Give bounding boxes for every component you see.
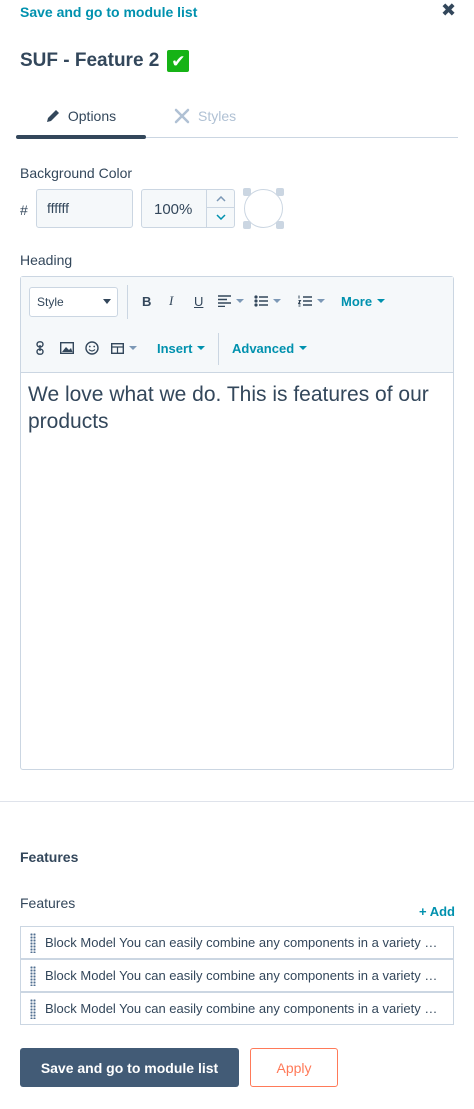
list-item[interactable]: Block Model You can easily combine any c… — [20, 926, 454, 959]
numbered-list-icon — [298, 295, 312, 307]
table-icon — [111, 342, 124, 354]
opacity-increment-button[interactable] — [207, 190, 235, 208]
numbered-list-button[interactable] — [298, 291, 325, 311]
swatch-handle — [243, 221, 251, 229]
opacity-value: 100% — [154, 201, 193, 218]
active-tab-indicator — [16, 135, 146, 139]
pencil-icon — [46, 110, 59, 122]
list-item-label: Block Model You can easily combine any c… — [45, 1001, 441, 1016]
more-label: More — [341, 293, 373, 309]
emoji-button[interactable] — [85, 338, 99, 358]
module-title-row: SUF - Feature 2 ✔ — [20, 50, 190, 72]
image-icon — [60, 342, 74, 354]
save-and-go-link[interactable]: Save and go to module list — [20, 4, 197, 20]
list-item-label: Block Model You can easily combine any c… — [45, 968, 441, 983]
chevron-down-icon — [216, 214, 226, 220]
hex-color-input[interactable]: ffffff — [36, 189, 133, 228]
swatch-handle — [243, 188, 251, 196]
page-title: SUF - Feature 2 — [20, 50, 160, 71]
swatch-handle — [276, 188, 284, 196]
swatch-handle — [276, 221, 284, 229]
opacity-stepper — [206, 190, 235, 227]
drag-handle-icon[interactable] — [21, 960, 45, 991]
underline-button[interactable]: U — [194, 291, 203, 311]
hash-prefix: # — [20, 202, 28, 218]
list-item[interactable]: Block Model You can easily combine any c… — [20, 992, 454, 1025]
close-icon[interactable]: ✖ — [441, 0, 456, 21]
rich-text-editor: Style B I U More Insert Advanced We love… — [20, 276, 454, 770]
check-mark-icon: ✔ — [167, 50, 190, 72]
styles-icon — [174, 108, 190, 124]
chevron-down-icon — [236, 299, 244, 303]
link-icon — [36, 341, 44, 355]
italic-button[interactable]: I — [169, 291, 173, 311]
tab-styles-label: Styles — [198, 108, 237, 124]
image-button[interactable] — [60, 338, 74, 358]
drag-handle-icon[interactable] — [21, 927, 45, 958]
bullet-list-button[interactable] — [254, 291, 281, 311]
save-and-go-button[interactable]: Save and go to module list — [20, 1048, 239, 1087]
features-list-label: Features — [20, 895, 76, 911]
section-divider — [0, 801, 474, 802]
advanced-menu-button[interactable]: Advanced — [232, 338, 308, 358]
chevron-down-icon — [299, 346, 308, 350]
toolbar-divider — [218, 333, 219, 365]
emoji-icon — [85, 341, 99, 355]
style-select[interactable]: Style — [29, 287, 118, 317]
opacity-input[interactable]: 100% — [141, 189, 235, 228]
tab-styles[interactable]: Styles — [174, 96, 236, 136]
chevron-up-icon — [216, 195, 226, 202]
background-color-label: Background Color — [20, 165, 133, 181]
chevron-down-icon — [197, 346, 206, 350]
heading-content[interactable]: We love what we do. This is features of … — [28, 381, 443, 435]
align-left-icon — [218, 295, 231, 307]
toolbar-divider — [127, 285, 128, 319]
insert-label: Insert — [157, 340, 193, 356]
tab-options-label: Options — [67, 108, 117, 124]
bold-button[interactable]: B — [142, 291, 151, 311]
tab-bar: Options Styles — [16, 96, 458, 139]
heading-label: Heading — [20, 252, 73, 268]
drag-handle-icon[interactable] — [21, 993, 45, 1024]
chevron-down-icon — [273, 299, 281, 303]
chevron-down-icon — [103, 299, 111, 304]
link-button[interactable] — [36, 338, 44, 358]
advanced-label: Advanced — [232, 340, 295, 356]
features-section-title: Features — [20, 849, 79, 865]
tab-options[interactable]: Options — [16, 96, 146, 136]
editor-toolbar: Style B I U More Insert Advanced — [21, 277, 453, 373]
opacity-decrement-button[interactable] — [207, 208, 235, 226]
list-item[interactable]: Block Model You can easily combine any c… — [20, 959, 454, 992]
apply-button[interactable]: Apply — [250, 1048, 338, 1087]
list-item-label: Block Model You can easily combine any c… — [45, 935, 441, 950]
add-feature-button[interactable]: + Add — [419, 904, 455, 919]
more-menu-button[interactable]: More — [341, 291, 386, 311]
table-button[interactable] — [111, 338, 137, 358]
chevron-down-icon — [129, 346, 137, 350]
insert-menu-button[interactable]: Insert — [157, 338, 206, 358]
chevron-down-icon — [317, 299, 325, 303]
bullet-list-icon — [254, 295, 268, 307]
align-button[interactable] — [218, 291, 244, 311]
chevron-down-icon — [377, 299, 386, 303]
style-select-value: Style — [37, 295, 64, 309]
